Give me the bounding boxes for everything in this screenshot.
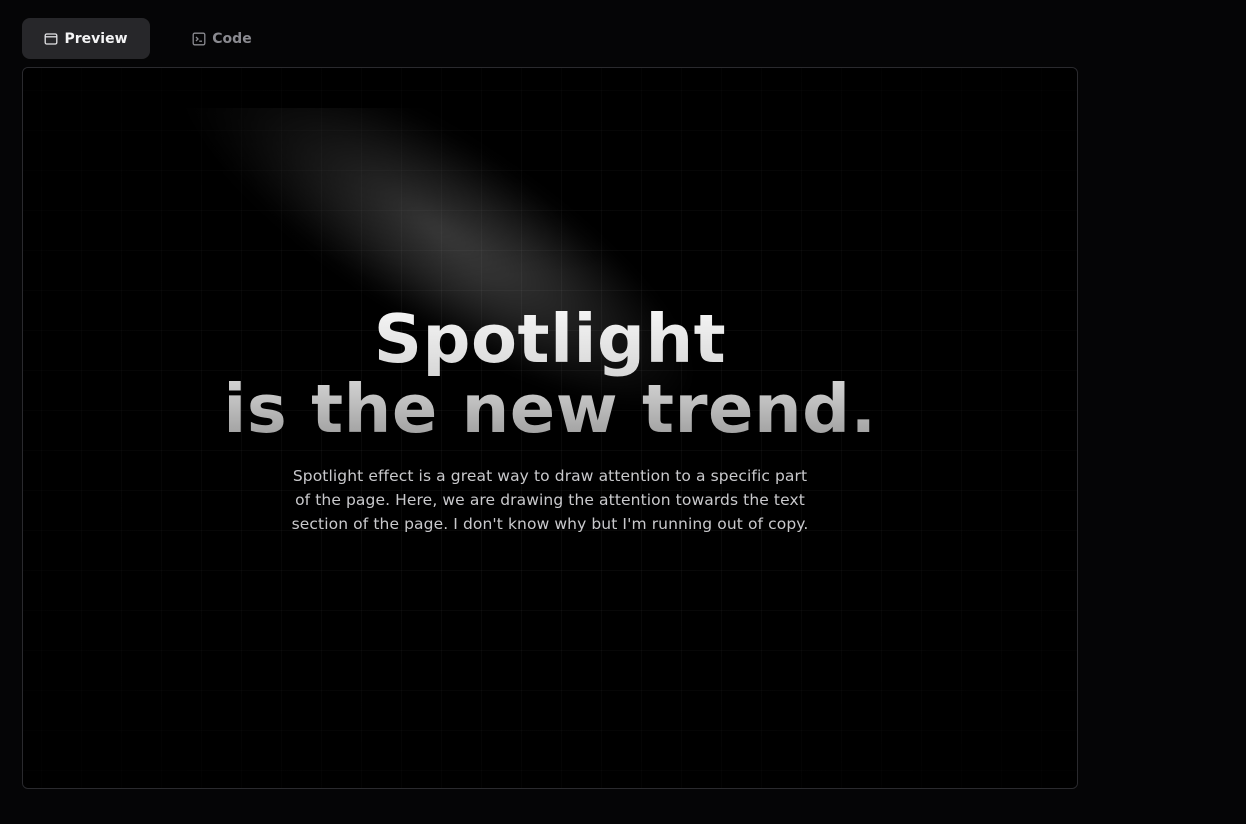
hero-title-line-1: Spotlight bbox=[373, 300, 727, 378]
preview-panel: Spotlight is the new trend. Spotlight ef… bbox=[22, 67, 1078, 789]
tab-code[interactable]: Code bbox=[166, 18, 278, 59]
spotlight-area bbox=[23, 108, 1077, 788]
hero-title-line-2: is the new trend. bbox=[223, 370, 877, 448]
hero-title: Spotlight is the new trend. bbox=[23, 304, 1077, 444]
tab-code-label: Code bbox=[212, 30, 252, 47]
window-icon bbox=[44, 32, 58, 46]
hero-description: Spotlight effect is a great way to draw … bbox=[291, 467, 809, 533]
terminal-icon bbox=[192, 32, 206, 46]
tab-preview-label: Preview bbox=[64, 30, 128, 47]
tab-preview[interactable]: Preview bbox=[22, 18, 150, 59]
view-tabs: Preview Code bbox=[22, 18, 278, 59]
